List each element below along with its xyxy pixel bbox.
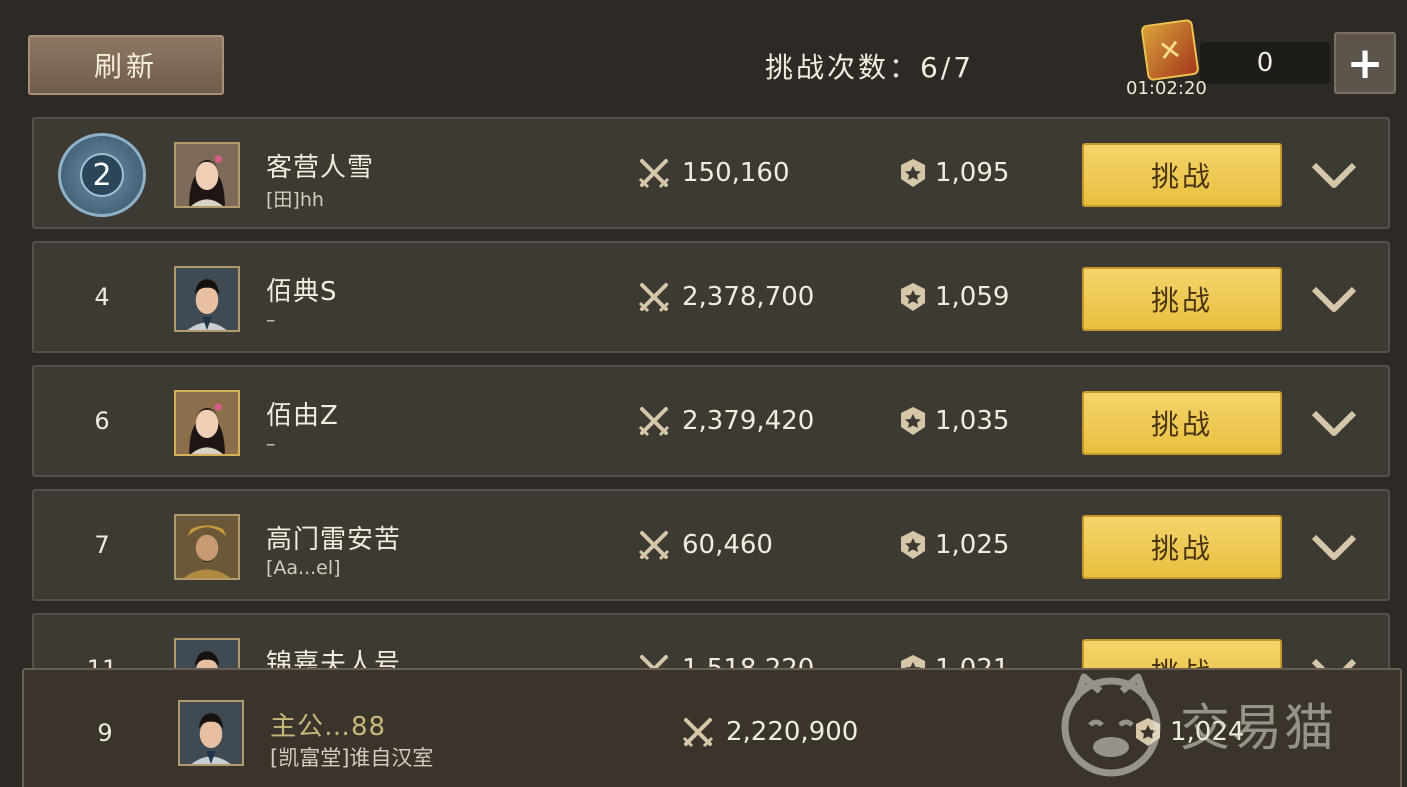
badge-icon <box>901 283 925 311</box>
chevron-down-icon[interactable] <box>1310 405 1358 441</box>
refresh-button[interactable]: 刷新 <box>28 35 224 95</box>
opponent-row: 7 高门雷安苦 [Aa...el] 60,460 1,025 挑战 <box>32 489 1390 601</box>
power-stat: 2,379,420 <box>638 405 814 437</box>
challenge-count-label: 挑战次数： <box>765 51 921 84</box>
player-guild: – <box>266 309 276 331</box>
top-bar: 刷新 挑战次数：6/7 ✕ 0 01:02:20 + <box>0 0 1407 110</box>
power-stat: 150,160 <box>638 157 790 189</box>
self-player-name: 主公…88 <box>270 712 387 742</box>
player-name: 佰典S <box>266 277 338 307</box>
male-portrait-icon <box>176 268 238 330</box>
avatar[interactable] <box>174 142 240 208</box>
player-name: 客营人雪 <box>266 153 375 183</box>
power-value: 2,379,420 <box>682 406 815 436</box>
challenge-button[interactable]: 挑战 <box>1082 267 1282 331</box>
rank-number: 2 <box>80 153 124 197</box>
power-stat: 2,378,700 <box>638 281 814 313</box>
rank-number: 4 <box>94 283 110 311</box>
self-score-stat: 1,024 <box>1132 716 1244 748</box>
player-guild: [Aa...el] <box>266 557 341 579</box>
crossed-swords-icon <box>682 718 714 748</box>
score-stat: 1,035 <box>897 405 1009 437</box>
self-player-guild: [凯富堂]谁自汉室 <box>270 746 434 770</box>
score-value: 1,095 <box>935 158 1010 188</box>
challenge-count-value: 6/7 <box>920 51 975 84</box>
badge-icon <box>901 531 925 559</box>
challenge-button[interactable]: 挑战 <box>1082 391 1282 455</box>
player-name: 佰由Z <box>266 401 339 431</box>
challenge-button[interactable]: 挑战 <box>1082 143 1282 207</box>
chevron-down-icon[interactable] <box>1310 529 1358 565</box>
score-value: 1,025 <box>935 530 1010 560</box>
opponent-row: 2 客营人雪 [田]hh 150,160 1,095 挑战 <box>32 117 1390 229</box>
self-score-value: 1,024 <box>1170 717 1245 747</box>
token-count: 0 <box>1200 42 1330 84</box>
avatar[interactable] <box>174 390 240 456</box>
self-rank-number: 9 <box>97 719 113 747</box>
male-portrait-icon <box>180 702 242 764</box>
rank-number: 6 <box>94 407 110 435</box>
rank-number: 7 <box>94 531 110 559</box>
self-power-stat: 2,220,900 <box>682 716 858 748</box>
self-avatar[interactable] <box>178 700 244 766</box>
add-token-button[interactable]: + <box>1334 32 1396 94</box>
female-portrait-icon <box>176 144 238 206</box>
self-rank-row: 9 主公…88 [凯富堂]谁自汉室 2,220,900 1,024 <box>22 668 1402 787</box>
token-timer: 01:02:20 <box>1126 78 1207 99</box>
crossed-swords-icon <box>638 531 670 561</box>
rank-medal-icon: 2 <box>58 133 146 217</box>
badge-icon <box>1136 718 1160 746</box>
opponent-row: 6 佰由Z – 2,379,420 1,035 挑战 <box>32 365 1390 477</box>
bearded-warrior-portrait-icon <box>176 516 238 578</box>
crossed-swords-icon <box>638 407 670 437</box>
score-stat: 1,025 <box>897 529 1009 561</box>
player-name: 高门雷安苦 <box>266 525 402 555</box>
challenge-count: 挑战次数：6/7 <box>765 46 974 86</box>
badge-icon <box>901 159 925 187</box>
power-stat: 60,460 <box>638 529 773 561</box>
player-guild: – <box>266 433 276 455</box>
avatar[interactable] <box>174 266 240 332</box>
power-value: 60,460 <box>682 530 773 560</box>
score-value: 1,059 <box>935 282 1010 312</box>
power-value: 2,378,700 <box>682 282 815 312</box>
score-stat: 1,095 <box>897 157 1009 189</box>
badge-icon <box>901 407 925 435</box>
challenge-token-icon: ✕ <box>1140 18 1200 82</box>
chevron-down-icon[interactable] <box>1310 281 1358 317</box>
score-stat: 1,059 <box>897 281 1009 313</box>
female-portrait-icon <box>176 392 238 454</box>
score-value: 1,035 <box>935 406 1010 436</box>
crossed-swords-icon <box>638 283 670 313</box>
avatar[interactable] <box>174 514 240 580</box>
opponent-row: 4 佰典S – 2,378,700 1,059 挑战 <box>32 241 1390 353</box>
player-guild: [田]hh <box>266 189 324 211</box>
challenge-button[interactable]: 挑战 <box>1082 515 1282 579</box>
crossed-swords-icon <box>638 159 670 189</box>
chevron-down-icon[interactable] <box>1310 157 1358 193</box>
power-value: 150,160 <box>682 158 790 188</box>
self-power-value: 2,220,900 <box>726 717 859 747</box>
challenge-token-widget: ✕ 0 01:02:20 <box>1122 18 1332 102</box>
